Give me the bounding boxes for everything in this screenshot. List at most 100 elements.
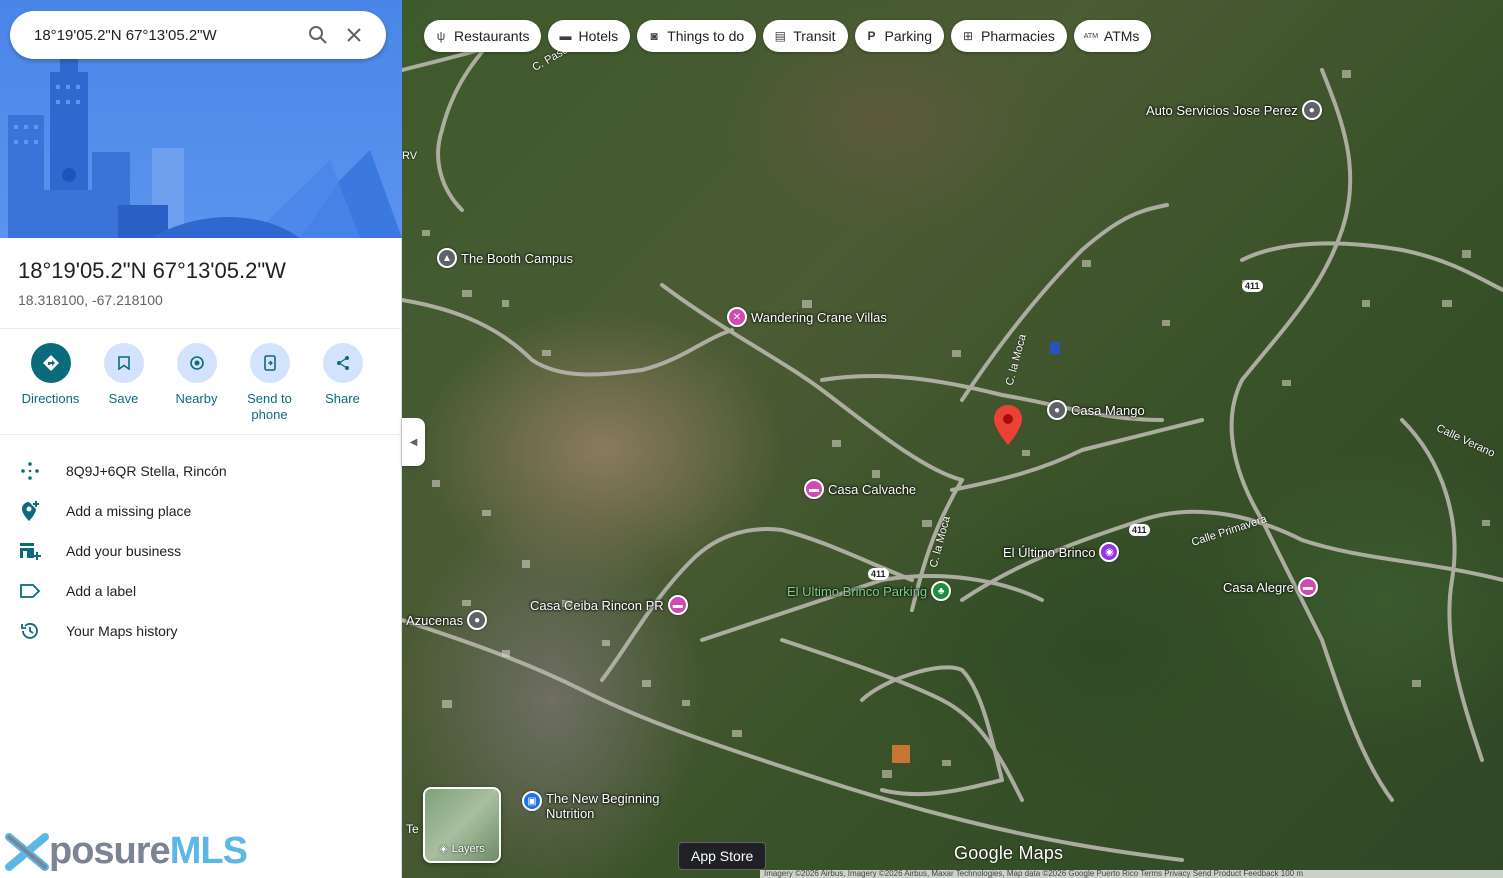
share-icon [322, 343, 363, 383]
add-missing-place-text: Add a missing place [66, 503, 192, 519]
place-coordinates: 18.318100, -67.218100 [18, 292, 163, 308]
poi-label: Casa Calvache [828, 481, 917, 497]
chip-restaurants[interactable]: ψ Restaurants [424, 20, 542, 52]
place-details-list: 8Q9J+6QR Stella, Rincón Add a missing pl… [0, 435, 401, 651]
layers-label-row: ◈ Layers [425, 842, 499, 856]
add-place-icon [18, 499, 42, 523]
chip-label: Hotels [578, 28, 619, 44]
poi-casa-mango[interactable]: ● Casa Mango [1047, 400, 1145, 420]
poi-casa-ceiba[interactable]: Casa Ceiba Rincon PR ▬ [530, 595, 688, 615]
road-network [402, 28, 1503, 862]
poi-auto-servicios[interactable]: Auto Servicios Jose Perez ● [1146, 100, 1322, 120]
chip-label: Pharmacies [980, 28, 1055, 44]
satellite-map[interactable]: C. Pascua C. la Moca C. la Moca Calle Pr… [402, 0, 1503, 878]
nearby-icon [176, 343, 217, 383]
search-input[interactable]: 18°19'05.2"N 67°13'05.2"W [34, 27, 300, 44]
pharmacy-icon: ⊞ [962, 29, 974, 43]
route-shield-411: 411 [868, 568, 889, 580]
camera-icon: ◉ [1099, 542, 1120, 562]
action-label: Share [325, 391, 360, 406]
poi-new-beginning[interactable]: ▣ The New Beginning Nutrition [522, 791, 676, 821]
xposure-mls-watermark: posure MLS [5, 830, 248, 873]
school-icon: ▲ [437, 248, 457, 268]
share-button[interactable]: Share [306, 343, 379, 424]
route-shield-411: 411 [1129, 524, 1150, 536]
chevron-left-icon: ◀ [409, 436, 418, 448]
poi-el-ultimo-brinco[interactable]: El Último Brinco ◉ [1003, 542, 1120, 562]
search-icon[interactable] [300, 17, 336, 53]
poi-booth-campus[interactable]: ▲ The Booth Campus [437, 248, 573, 268]
poi-casa-calvache[interactable]: ▬ Casa Calvache [804, 479, 916, 499]
poi-label: El Último Brinco [1003, 544, 1096, 560]
layers-button[interactable]: ◈ Layers [423, 787, 501, 863]
app-store-button[interactable]: App Store [678, 842, 767, 870]
add-label-text: Add a label [66, 583, 137, 599]
road-label-rv: RV [402, 150, 418, 162]
poi-label: The Booth Campus [461, 250, 574, 266]
history-icon [18, 619, 42, 643]
poi-label: Azucenas [406, 612, 464, 628]
plus-code-icon [18, 459, 42, 483]
route-shield-411: 411 [1242, 280, 1263, 292]
pin-icon: ● [1047, 400, 1067, 420]
chip-pharmacies[interactable]: ⊞ Pharmacies [950, 20, 1067, 52]
poi-label: El Ultimo Brinco Parking [787, 583, 928, 599]
chip-label: Parking [884, 28, 932, 44]
maps-history-text: Your Maps history [66, 623, 178, 639]
phone-icon [249, 343, 290, 383]
chip-label: Things to do [667, 28, 745, 44]
pin-icon: ● [1301, 100, 1322, 120]
poi-label: The New Beginning Nutrition [546, 791, 660, 821]
pin-icon: ● [467, 610, 488, 630]
hero-illustration: 18°19'05.2"N 67°13'05.2"W [0, 0, 402, 238]
poi-label: Wandering Crane Villas [751, 309, 887, 325]
plus-code-text: 8Q9J+6QR Stella, Rincón [66, 463, 227, 479]
add-business-row[interactable]: Add your business [0, 531, 401, 571]
place-header: 18°19'05.2"N 67°13'05.2"W 18.318100, -67… [0, 238, 401, 308]
maps-app: C. Pascua C. la Moca C. la Moca Calle Pr… [0, 0, 1503, 878]
save-button[interactable]: Save [87, 343, 160, 424]
place-title: 18°19'05.2"N 67°13'05.2"W [18, 258, 286, 283]
chip-transit[interactable]: ▤ Transit [763, 20, 848, 52]
search-box[interactable]: 18°19'05.2"N 67°13'05.2"W [10, 11, 386, 59]
nearby-button[interactable]: Nearby [160, 343, 233, 424]
fork-knife-icon: ψ [436, 29, 446, 43]
chip-label: Restaurants [454, 28, 530, 44]
add-business-text: Add your business [66, 543, 182, 559]
watermark-text-2: MLS [169, 830, 248, 872]
maps-history-row[interactable]: Your Maps history [0, 611, 401, 651]
poi-label: Casa Mango [1071, 402, 1145, 418]
collapse-panel-button[interactable]: ◀ [402, 418, 425, 466]
directions-button[interactable]: Directions [14, 343, 87, 424]
layers-label: Layers [451, 842, 485, 855]
label-icon [18, 579, 42, 603]
dropped-pin-icon[interactable] [994, 405, 1022, 445]
poi-el-ultimo-parking[interactable]: El Ultimo Brinco Parking ♣ [787, 581, 952, 601]
poi-casa-alegre[interactable]: Casa Alegre ▬ [1223, 577, 1318, 597]
shopping-bag-icon: ▣ [522, 791, 542, 811]
chip-label: ATMs [1103, 28, 1140, 44]
atm-icon: ATM [1083, 32, 1099, 40]
chip-atms[interactable]: ATM ATMs [1073, 20, 1152, 52]
poi-wandering-crane[interactable]: ✕ Wandering Crane Villas [727, 307, 887, 327]
poi-azucenas[interactable]: Azucenas ● [406, 610, 488, 630]
chip-hotels[interactable]: ▬ Hotels [548, 20, 631, 52]
x-logo-icon [5, 832, 49, 871]
directions-icon [30, 343, 71, 383]
close-icon[interactable] [336, 17, 372, 53]
watermark-text-1: posure [49, 830, 171, 872]
add-label-row[interactable]: Add a label [0, 571, 401, 611]
camera-icon: ◙ [650, 29, 658, 43]
bed-icon: ▬ [804, 479, 824, 499]
add-business-icon [18, 539, 42, 563]
category-chips: ψ Restaurants ▬ Hotels ◙ Things to do ▤ … [424, 20, 1152, 52]
send-to-phone-button[interactable]: Send to phone [233, 343, 306, 424]
add-missing-place-row[interactable]: Add a missing place [0, 491, 401, 531]
road-label-te: Te [406, 822, 419, 836]
google-maps-logo: Google Maps [954, 843, 1064, 863]
chip-things-to-do[interactable]: ◙ Things to do [637, 20, 757, 52]
chip-parking[interactable]: P Parking [854, 20, 944, 52]
plus-code-row[interactable]: 8Q9J+6QR Stella, Rincón [0, 451, 401, 491]
bed-icon: ▬ [667, 595, 688, 615]
map-attribution[interactable]: Imagery ©2026 Airbus, Imagery ©2026 Airb… [760, 870, 1503, 878]
